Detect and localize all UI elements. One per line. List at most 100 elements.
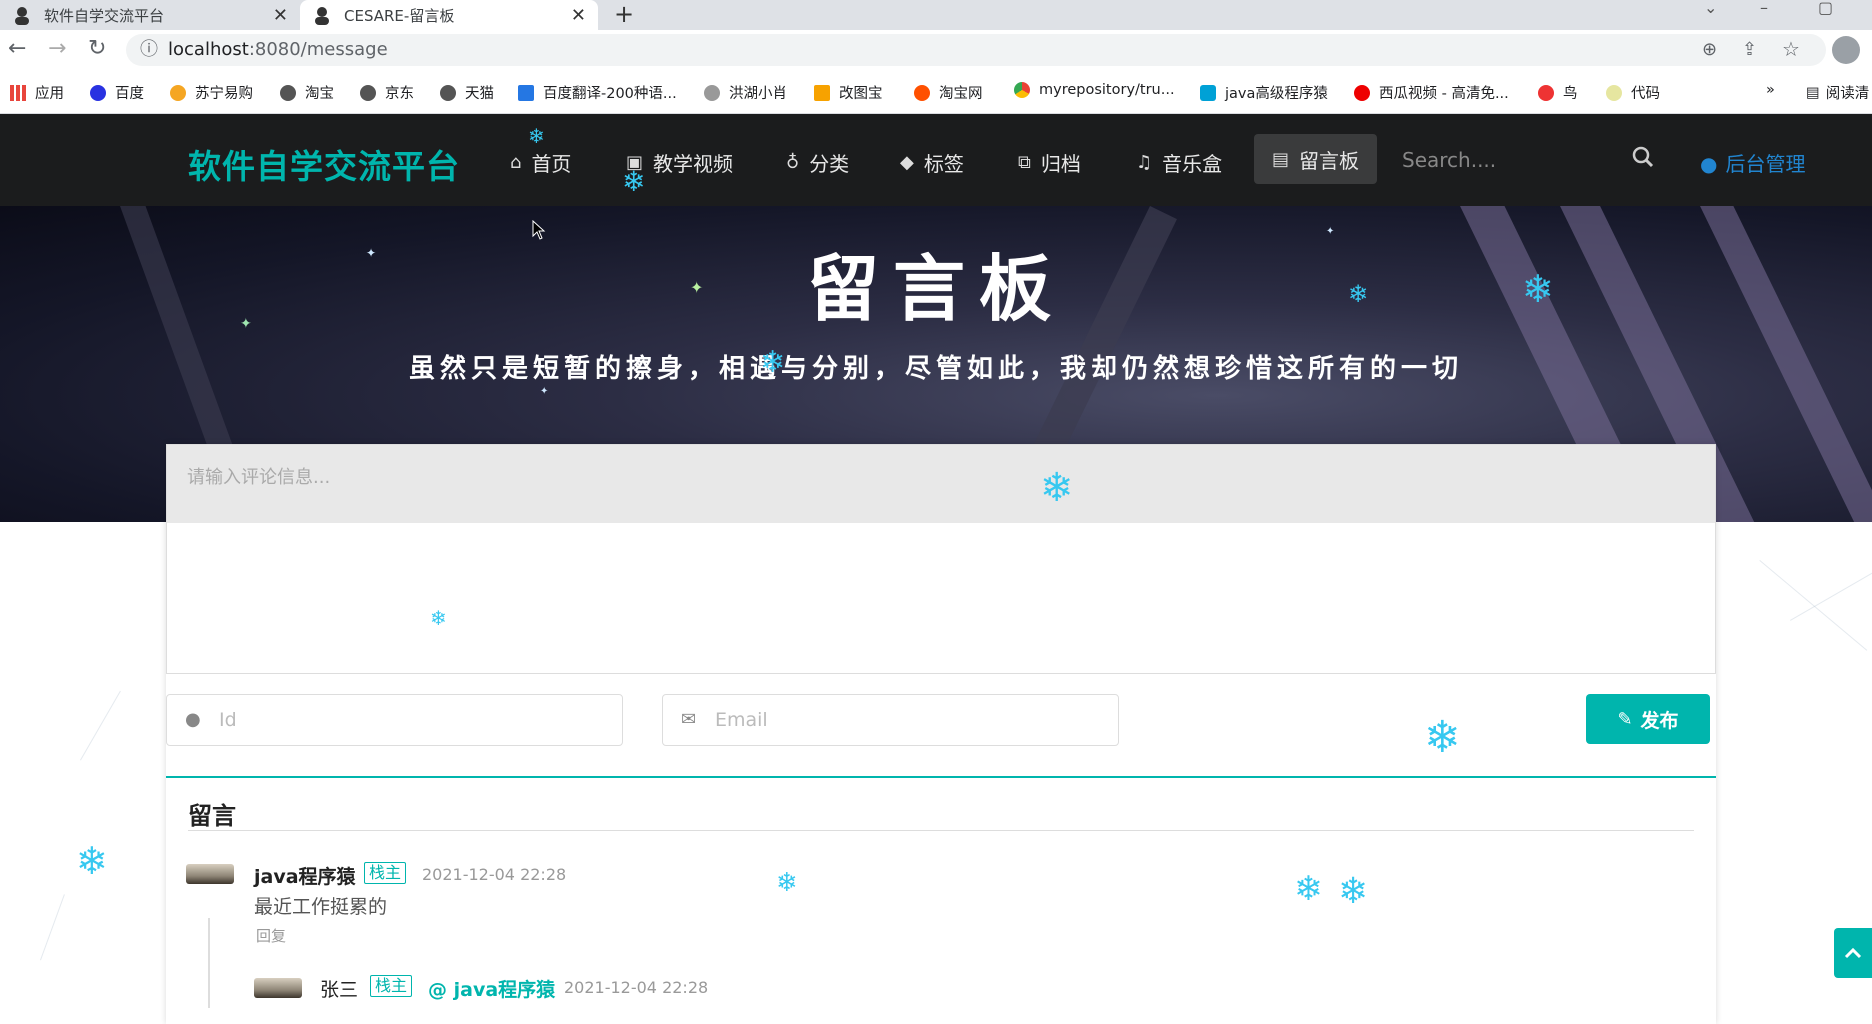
edit-icon: ✎	[1617, 708, 1633, 730]
bookmark-item[interactable]: 鸟	[1538, 82, 1578, 103]
tab-favicon-icon	[312, 5, 332, 25]
avatar[interactable]	[254, 978, 302, 998]
bg-network-line	[40, 894, 65, 961]
nav-item-label: 首页	[531, 152, 572, 176]
browser-tab[interactable]: 软件自学交流平台 ✕	[0, 0, 300, 30]
id-placeholder: Id	[219, 709, 237, 731]
restore-icon[interactable]: ▢	[1818, 0, 1833, 16]
minimize-icon[interactable]: –	[1760, 0, 1768, 16]
bookmark-label: 京东	[385, 86, 414, 102]
bookmark-item[interactable]: 淘宝	[280, 82, 334, 103]
share-icon[interactable]: ⇪	[1742, 39, 1757, 61]
forward-icon[interactable]: →	[48, 38, 66, 60]
nav-item-label: 归档	[1040, 152, 1081, 176]
snowflake-icon: ❄	[1294, 869, 1323, 909]
taobao-icon	[914, 84, 930, 101]
close-tab-icon[interactable]: ✕	[571, 5, 586, 26]
nav-search-input[interactable]: Search....	[1402, 148, 1496, 172]
nav-item-label: 分类	[809, 152, 850, 176]
site-navbar: 软件自学交流平台 ⌂ 首页 ▣ 教学视频 ♁ 分类 ◆ 标签 ⧉ 归档 ♫ 音乐盒 ▤ 留言板…	[0, 114, 1872, 206]
tags-icon: ◆	[900, 152, 914, 173]
globe-icon	[360, 84, 376, 101]
new-tab-icon[interactable]: +	[614, 0, 634, 28]
bookmark-item[interactable]: 百度翻译-200种语...	[518, 82, 677, 103]
reading-list-icon: ▤	[1806, 84, 1820, 101]
close-tab-icon[interactable]: ✕	[273, 5, 288, 26]
bookmark-label: 淘宝网	[939, 86, 983, 102]
bookmark-item[interactable]: 西瓜视频 - 高清免...	[1354, 82, 1509, 103]
nav-item-label: 标签	[923, 152, 964, 176]
globe-icon	[280, 84, 296, 101]
snowflake-icon: ❄	[430, 606, 447, 630]
site-brand[interactable]: 软件自学交流平台	[188, 140, 460, 188]
chevron-up-icon	[1844, 947, 1862, 959]
bookmark-overflow-icon[interactable]: »	[1766, 82, 1775, 98]
profile-avatar-icon[interactable]	[1832, 36, 1860, 64]
bookmark-item[interactable]: 苏宁易购	[170, 82, 253, 103]
bird-logo-icon	[1538, 84, 1554, 101]
bookmark-item[interactable]: 洪湖小肖	[704, 82, 787, 103]
email-placeholder: Email	[715, 709, 768, 731]
url-host: localhost	[168, 39, 249, 60]
code-icon	[1606, 84, 1622, 101]
tab-favicon-icon	[12, 5, 32, 25]
lightbulb-icon: ♁	[786, 152, 800, 173]
reply-mention[interactable]: @ java程序猿	[428, 975, 555, 1002]
bookmark-label: 天猫	[465, 86, 494, 102]
tab-title: CESARE-留言板	[344, 6, 455, 25]
comments-title: 留言	[188, 802, 236, 830]
publish-button[interactable]: ✎ 发布	[1586, 694, 1710, 744]
bookmark-item[interactable]: 代码	[1606, 82, 1660, 103]
admin-link[interactable]: ● 后台管理	[1700, 148, 1805, 177]
nav-item-messages[interactable]: ▤ 留言板	[1254, 134, 1378, 184]
email-input[interactable]: ✉ Email	[662, 694, 1119, 746]
user-icon: ●	[185, 709, 201, 730]
snowflake-icon: ❄	[622, 165, 646, 198]
zoom-icon[interactable]: ⊕	[1702, 39, 1717, 61]
reply-author[interactable]: 张三	[320, 975, 358, 1002]
nav-item-music[interactable]: ♫ 音乐盒	[1136, 148, 1222, 177]
browser-tab-active[interactable]: CESARE-留言板 ✕	[300, 0, 598, 30]
bookmark-label: java高级程序猿	[1225, 86, 1328, 102]
bookmark-item[interactable]: 百度	[90, 82, 144, 103]
divider	[188, 830, 1694, 831]
comment-textarea[interactable]: 请输入评论信息...	[166, 444, 1716, 674]
id-input[interactable]: ● Id	[166, 694, 623, 746]
hero-title: 留言板	[806, 246, 1065, 331]
reading-list[interactable]: ▤ 阅读清	[1806, 82, 1869, 103]
bookmark-item[interactable]: java高级程序猿	[1200, 82, 1328, 103]
bookmark-label: 改图宝	[839, 86, 883, 102]
baidu-icon	[90, 84, 106, 101]
snowflake-icon: ❄	[760, 345, 786, 380]
bookmark-label: 苏宁易购	[195, 86, 253, 102]
bookmark-item[interactable]: 天猫	[440, 82, 494, 103]
nav-item-tags[interactable]: ◆ 标签	[900, 148, 964, 177]
bookmark-apps[interactable]: 应用	[10, 82, 64, 103]
snowflake-icon: ❄	[1348, 280, 1369, 308]
search-icon[interactable]	[1632, 146, 1654, 174]
tab-search-icon[interactable]: ⌄	[1704, 0, 1717, 16]
reload-icon[interactable]: ↻	[88, 38, 106, 60]
snowflake-icon: ❄	[528, 124, 545, 148]
bookmark-star-icon[interactable]: ☆	[1782, 38, 1800, 60]
bookmark-item[interactable]: myrepository/tru...	[1014, 82, 1175, 98]
bookmark-label: 西瓜视频 - 高清免...	[1379, 86, 1509, 102]
bookmark-item[interactable]: 改图宝	[814, 82, 883, 103]
nav-item-categories[interactable]: ♁ 分类	[786, 148, 849, 177]
nav-item-label: 留言板	[1299, 148, 1360, 173]
site-info-icon[interactable]: ⓘ	[140, 39, 158, 61]
bookmark-label: myrepository/tru...	[1039, 82, 1175, 98]
bookmark-item[interactable]: 京东	[360, 82, 414, 103]
nav-item-home[interactable]: ⌂ 首页	[510, 148, 571, 177]
back-to-top-button[interactable]	[1834, 928, 1872, 978]
back-icon[interactable]: ←	[8, 38, 26, 60]
comment-author[interactable]: java程序猿	[254, 862, 356, 889]
url-path: :8080/message	[248, 39, 388, 60]
bg-network-line	[1790, 560, 1872, 621]
reply-link[interactable]: 回复	[256, 925, 286, 946]
url-text[interactable]: localhost:8080/message	[168, 39, 388, 60]
nav-item-archive[interactable]: ⧉ 归档	[1018, 148, 1081, 177]
snowflake-icon: ❄	[776, 868, 798, 898]
bookmark-item[interactable]: 淘宝网	[914, 82, 983, 103]
avatar[interactable]	[186, 864, 234, 884]
